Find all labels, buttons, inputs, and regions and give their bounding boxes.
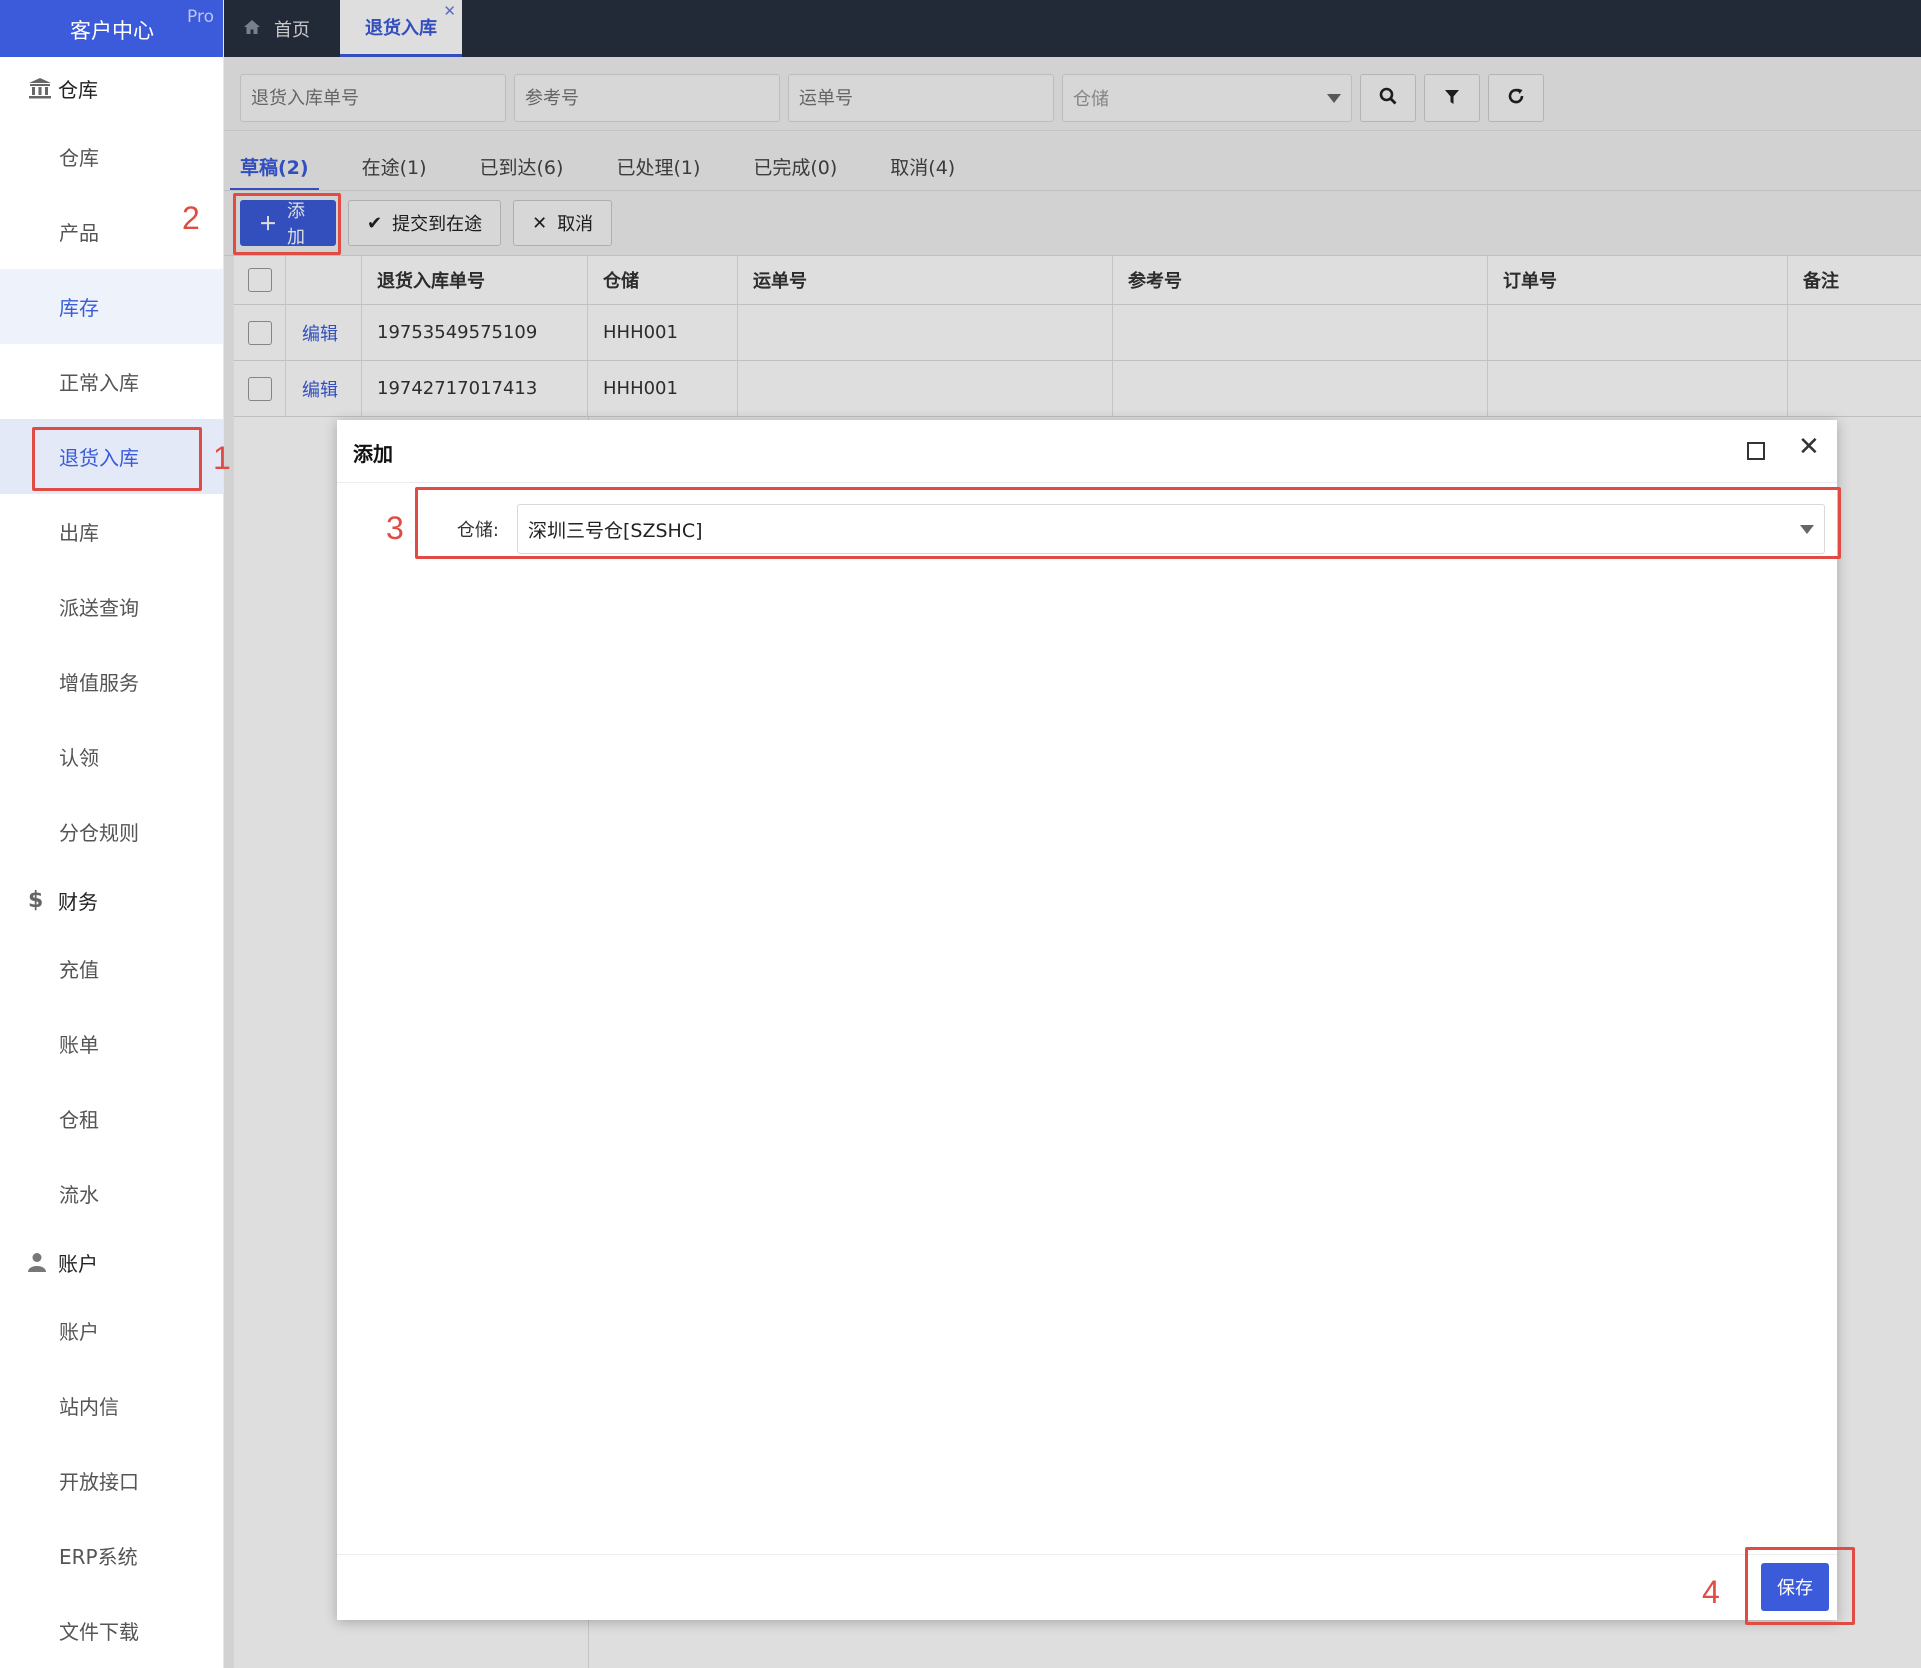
sidebar-group-account[interactable]: 账户 [0,1231,223,1293]
sidebar-group-label: 账户 [58,1251,98,1276]
sidebar-item-messages[interactable]: 站内信 [0,1368,223,1443]
annotation-box-2 [233,193,341,255]
add-dialog: 添加 ✕ 仓储: 深圳三号仓[SZSHC] 保存 [337,420,1837,1620]
dialog-title: 添加 [353,442,393,466]
sidebar-menu: 仓库 仓库 产品 库存 正常入库 退货入库 出库 派送查询 增值服务 认领 分仓… [0,57,223,1668]
sidebar-item-open-api[interactable]: 开放接口 [0,1443,223,1518]
annotation-number-4: 4 [1702,1574,1720,1610]
annotation-box-4 [1745,1547,1855,1625]
dialog-header: 添加 ✕ [337,420,1837,483]
sidebar-item-account[interactable]: 账户 [0,1293,223,1368]
sidebar-item-erp[interactable]: ERP系统 [0,1518,223,1593]
bank-icon [28,77,58,99]
user-icon [28,1252,58,1272]
sidebar-item-bills[interactable]: 账单 [0,1006,223,1081]
sidebar-group-label: 仓库 [58,77,98,102]
brand-title: 客户中心 [70,19,154,43]
sidebar-item-storage-rent[interactable]: 仓租 [0,1081,223,1156]
annotation-box-1 [32,427,202,491]
dialog-footer: 保存 [337,1554,1837,1620]
brand-badge: Pro [187,7,214,27]
sidebar-item-split-rules[interactable]: 分仓规则 [0,794,223,869]
annotation-number-1: 1 [213,440,231,476]
annotation-number-3: 3 [386,510,404,546]
sidebar-group-warehouse[interactable]: 仓库 [0,57,223,119]
sidebar-group-label: 财务 [58,889,98,914]
maximize-icon[interactable] [1747,442,1765,460]
sidebar-item-downloads[interactable]: 文件下载 [0,1593,223,1668]
sidebar-item-delivery-query[interactable]: 派送查询 [0,569,223,644]
sidebar-item-normal-inbound[interactable]: 正常入库 [0,344,223,419]
sidebar-item-inventory[interactable]: 库存 [0,269,223,344]
annotation-box-3 [415,487,1841,559]
brand-header: 客户中心 Pro [0,0,223,57]
sidebar-group-finance[interactable]: $ 财务 [0,869,223,931]
sidebar-item-outbound[interactable]: 出库 [0,494,223,569]
sidebar-item-transactions[interactable]: 流水 [0,1156,223,1231]
close-icon[interactable]: ✕ [1798,434,1820,460]
dollar-icon: $ [28,887,44,913]
sidebar: 客户中心 Pro 仓库 仓库 产品 库存 正常入库 退货入库 出库 派送查询 增… [0,0,224,1668]
annotation-number-2: 2 [182,200,200,236]
sidebar-item-recharge[interactable]: 充值 [0,931,223,1006]
sidebar-item-claim[interactable]: 认领 [0,719,223,794]
sidebar-item-warehouse[interactable]: 仓库 [0,119,223,194]
sidebar-item-value-added[interactable]: 增值服务 [0,644,223,719]
